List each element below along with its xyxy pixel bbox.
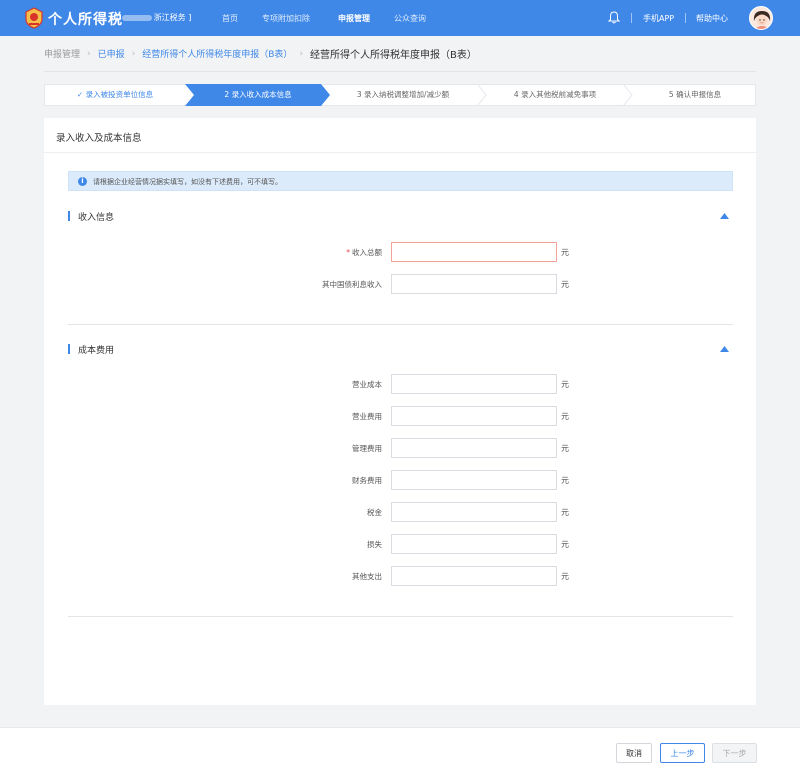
help-center-link[interactable]: 帮助中心	[696, 13, 728, 24]
nav-home[interactable]: 首页	[222, 13, 238, 24]
other-expense-input[interactable]	[391, 566, 557, 586]
breadcrumb-chevron-icon: ›	[131, 48, 136, 59]
next-step-button[interactable]: 下一步	[712, 743, 757, 763]
breadcrumb-chevron-icon: ›	[87, 48, 91, 59]
progress-steps: ✓ 录入被投资单位信息 2 录入收入成本信息 3 录入纳税调整增加/减少额 4 …	[44, 84, 756, 106]
user-avatar[interactable]	[749, 6, 773, 30]
section-divider	[68, 616, 733, 617]
section-divider	[68, 324, 733, 325]
collapse-up-icon[interactable]	[720, 346, 729, 352]
notice-text: 请根据企业经营情况据实填写，如没有下述费用，可不填写。	[93, 178, 282, 186]
section-marker	[68, 344, 70, 354]
bond-interest-label: 其中国债利息收入	[322, 280, 382, 289]
info-icon: i	[78, 177, 87, 186]
header-divider	[631, 13, 632, 23]
bond-interest-input[interactable]	[391, 274, 557, 294]
breadcrumb-divider	[44, 71, 756, 72]
unit-label: 元	[561, 380, 569, 389]
breadcrumb-declaration-management[interactable]: 申报管理	[44, 47, 80, 60]
other-expense-label: 其他支出	[352, 572, 382, 581]
total-income-input[interactable]	[391, 242, 557, 262]
step-4[interactable]: 4 录入其他税前减免事项	[485, 85, 625, 105]
cost-section-title: 成本费用	[78, 346, 115, 356]
step-5[interactable]: 5 确认申报信息	[633, 85, 757, 105]
panel-title: 录入收入及成本信息	[56, 133, 142, 144]
finance-expense-label: 财务费用	[352, 476, 382, 485]
admin-expense-input[interactable]	[391, 438, 557, 458]
step-chevron-icon	[623, 85, 633, 105]
step-2[interactable]: 2 录入收入成本信息	[187, 85, 329, 105]
nav-special-deduction[interactable]: 专项附加扣除	[262, 13, 310, 24]
loss-input[interactable]	[391, 534, 557, 554]
app-brand[interactable]: 个人所得税	[48, 9, 123, 29]
unit-label: 元	[561, 476, 569, 485]
total-income-label: * 收入总额	[346, 248, 382, 257]
taxes-label: 税金	[367, 508, 382, 517]
taxes-input[interactable]	[391, 502, 557, 522]
unit-label: 元	[561, 248, 569, 257]
breadcrumb-chevron-icon: ›	[299, 48, 304, 59]
operating-cost-label: 营业成本	[352, 380, 382, 389]
header-divider	[685, 13, 686, 23]
unit-label: 元	[561, 572, 569, 581]
avatar-face-icon	[753, 11, 771, 29]
admin-expense-label: 管理费用	[352, 444, 382, 453]
loss-label: 损失	[367, 540, 382, 549]
operating-expense-label: 营业费用	[352, 412, 382, 421]
mobile-app-link[interactable]: 手机APP	[643, 13, 674, 24]
section-marker	[68, 211, 70, 221]
panel-title-divider	[44, 152, 756, 153]
operating-expense-input[interactable]	[391, 406, 557, 426]
income-section-title: 收入信息	[78, 213, 115, 223]
form-panel: 录入收入及成本信息 i 请根据企业经营情况据实填写，如没有下述费用，可不填写。 …	[44, 118, 756, 705]
breadcrumb-declared[interactable]: 已申报	[98, 47, 125, 60]
info-notice: i 请根据企业经营情况据实填写，如没有下述费用，可不填写。	[68, 171, 733, 191]
prev-step-button[interactable]: 上一步	[660, 743, 705, 763]
nav-public-query[interactable]: 公众查询	[394, 13, 426, 24]
unit-label: 元	[561, 444, 569, 453]
action-footer: 取消 上一步 下一步	[0, 727, 800, 773]
breadcrumb: 申报管理 › 已申报 › 经营所得个人所得税年度申报（B表） › 经营所得个人所…	[44, 46, 477, 62]
unit-label: 元	[561, 508, 569, 517]
breadcrumb-current: 经营所得个人所得税年度申报（B表）	[310, 50, 477, 61]
unit-label: 元	[561, 412, 569, 421]
org-name: [ 浙江税务 ]	[116, 13, 192, 22]
operating-cost-input[interactable]	[391, 374, 557, 394]
unit-label: 元	[561, 540, 569, 549]
nav-declaration-management[interactable]: 申报管理	[338, 13, 370, 24]
unit-label: 元	[561, 280, 569, 289]
step-1[interactable]: ✓ 录入被投资单位信息	[45, 85, 185, 105]
step-3[interactable]: 3 录入纳税调整增加/减少额	[333, 85, 473, 105]
bell-icon[interactable]	[608, 11, 620, 24]
cancel-button[interactable]: 取消	[616, 743, 652, 763]
tax-emblem-icon	[25, 7, 43, 29]
breadcrumb-b-form[interactable]: 经营所得个人所得税年度申报（B表）	[142, 47, 292, 60]
finance-expense-input[interactable]	[391, 470, 557, 490]
collapse-up-icon[interactable]	[720, 213, 729, 219]
top-header: 个人所得税 [ 浙江税务 ] 首页 专项附加扣除 申报管理 公众查询 手机APP…	[0, 0, 800, 36]
